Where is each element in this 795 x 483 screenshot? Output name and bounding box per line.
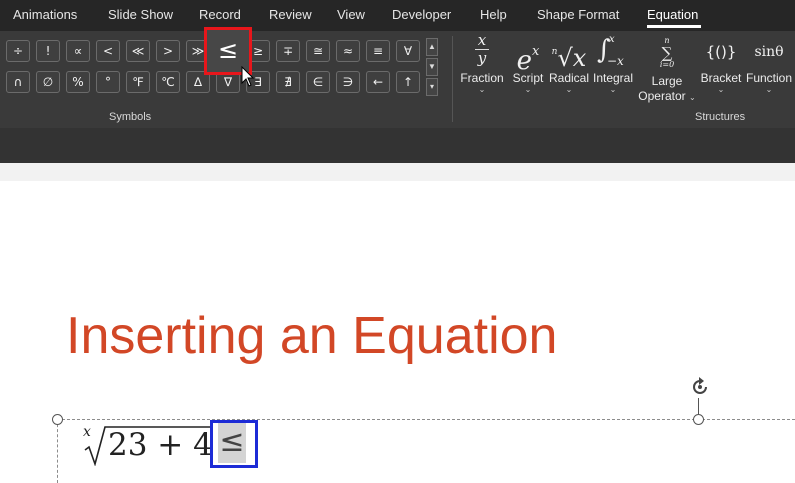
large-operator-button[interactable]: n ∑ i=0 Large Operator ⌄ — [637, 33, 697, 104]
mouse-pointer-icon — [241, 66, 255, 87]
tab-help[interactable]: Help — [480, 7, 507, 22]
resize-handle-top-middle[interactable] — [693, 414, 704, 425]
equation-radicand: 23 + 4 — [108, 427, 213, 463]
function-button[interactable]: sinθ Function ⌄ — [745, 33, 793, 94]
symbol-greater-than[interactable]: > — [156, 40, 180, 62]
symbol-fahrenheit[interactable]: ℉ — [126, 71, 150, 93]
inserted-less-equal-symbol[interactable]: ≤ — [218, 423, 246, 463]
symbol-celsius[interactable]: ℃ — [156, 71, 180, 93]
ribbon: Animations Slide Show Record Review View… — [0, 0, 795, 163]
symbol-much-less-than[interactable]: ≪ — [126, 40, 150, 62]
rotate-icon[interactable] — [689, 376, 711, 398]
chevron-down-icon: ⌄ — [609, 85, 617, 94]
integral-button[interactable]: ∫ x −x Integral ⌄ — [591, 33, 635, 94]
symbol-up-arrow[interactable]: ↑ — [396, 71, 420, 93]
script-icon: ex — [516, 44, 540, 76]
symbol-divide[interactable]: ÷ — [6, 40, 30, 62]
slide-title[interactable]: Inserting an Equation — [66, 306, 557, 366]
symbol-contains[interactable]: ∋ — [336, 71, 360, 93]
symbol-approx[interactable]: ≈ — [336, 40, 360, 62]
symbols-group-label: Symbols — [109, 111, 152, 123]
symbol-degree[interactable]: ° — [96, 71, 120, 93]
chevron-down-icon: ⌄ — [478, 85, 486, 94]
tab-slide-show[interactable]: Slide Show — [108, 7, 173, 22]
active-tab-indicator — [647, 25, 701, 28]
gallery-scroll-down-button[interactable]: ▼ — [426, 58, 438, 76]
tab-record[interactable]: Record — [199, 7, 241, 22]
rotate-handle-stem — [698, 398, 699, 415]
fraction-icon: x y — [458, 33, 506, 71]
symbol-percent[interactable]: % — [66, 71, 90, 93]
structures-group-label: Structures — [695, 111, 746, 123]
chevron-down-icon: ⌄ — [765, 85, 773, 94]
symbol-identical[interactable]: ≡ — [366, 40, 390, 62]
tab-view[interactable]: View — [337, 7, 365, 22]
symbol-intersection[interactable]: ∩ — [6, 71, 30, 93]
symbol-left-arrow[interactable]: ← — [366, 71, 390, 93]
symbol-proportional[interactable]: ∝ — [66, 40, 90, 62]
symbol-element-of[interactable]: ∈ — [306, 71, 330, 93]
symbol-congruent[interactable]: ≅ — [306, 40, 330, 62]
ribbon-bottom-strip — [0, 128, 795, 163]
gallery-scroll-up-button[interactable]: ▲ — [426, 38, 438, 56]
integral-icon: ∫ x −x — [597, 34, 624, 68]
gallery-more-button[interactable]: ▾ — [426, 78, 438, 96]
tab-review[interactable]: Review — [269, 7, 312, 22]
chevron-down-icon: ⌄ — [689, 93, 696, 102]
chevron-down-icon: ⌄ — [565, 85, 573, 94]
symbol-less-than[interactable]: < — [96, 40, 120, 62]
radical-button[interactable]: n√x Radical ⌄ — [548, 33, 590, 94]
symbol-factorial[interactable]: ! — [36, 40, 60, 62]
chevron-down-icon: ⌄ — [524, 85, 532, 94]
symbol-minus-plus[interactable]: ∓ — [276, 40, 300, 62]
bracket-button[interactable]: {()} Bracket ⌄ — [699, 33, 743, 94]
tab-animations[interactable]: Animations — [13, 7, 77, 22]
tab-equation[interactable]: Equation — [647, 7, 698, 22]
summation-icon: n ∑ i=0 — [659, 36, 675, 69]
workspace-edge — [0, 163, 795, 181]
group-divider — [452, 36, 453, 122]
ribbon-tab-bar: Animations Slide Show Record Review View… — [0, 0, 795, 31]
radical-icon: n√x — [551, 44, 587, 72]
function-icon: sinθ — [754, 44, 784, 60]
tab-shape-format[interactable]: Shape Format — [537, 7, 619, 22]
symbol-for-all[interactable]: ∀ — [396, 40, 420, 62]
symbol-empty-set[interactable]: ∅ — [36, 71, 60, 93]
chevron-down-icon: ⌄ — [717, 85, 725, 94]
tab-developer[interactable]: Developer — [392, 7, 451, 22]
script-button[interactable]: ex Script ⌄ — [508, 33, 548, 94]
resize-handle-top-left[interactable] — [52, 414, 63, 425]
symbol-not-exists[interactable]: ∄ — [276, 71, 300, 93]
fraction-button[interactable]: x y Fraction ⌄ — [458, 33, 506, 94]
bracket-icon: {()} — [705, 43, 737, 61]
